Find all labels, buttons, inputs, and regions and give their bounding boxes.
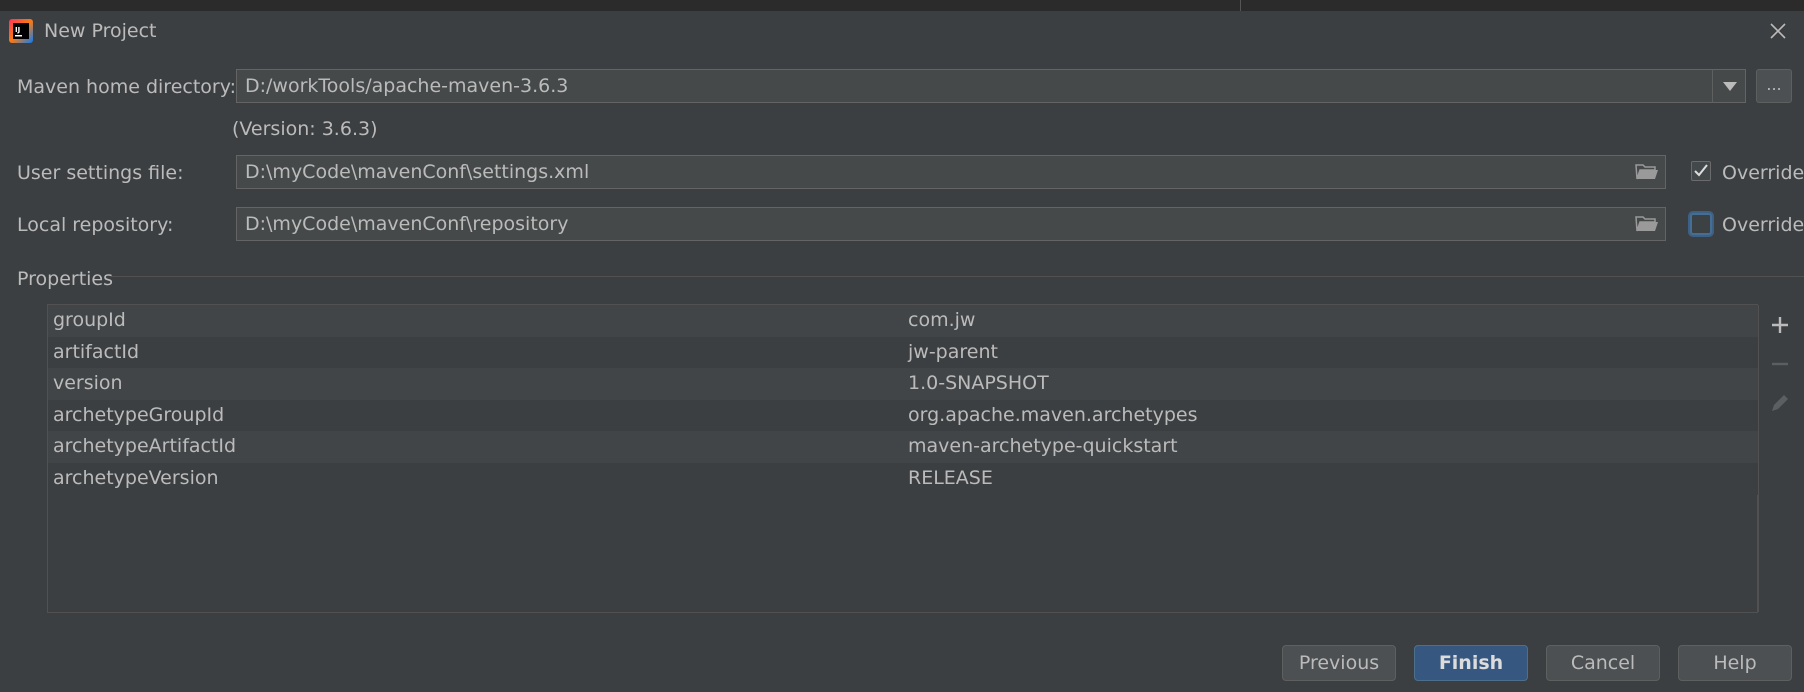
- maven-version-text: (Version: 3.6.3): [232, 118, 378, 140]
- maven-home-dropdown-button[interactable]: [1712, 69, 1746, 103]
- properties-table[interactable]: groupId com.jw artifactId jw-parent vers…: [47, 304, 1788, 613]
- table-row[interactable]: groupId com.jw: [48, 305, 1758, 337]
- svg-text:IJ: IJ: [15, 26, 20, 34]
- table-row[interactable]: version 1.0-SNAPSHOT: [48, 368, 1758, 400]
- table-row[interactable]: archetypeVersion RELEASE: [48, 463, 1758, 495]
- property-key: artifactId: [53, 341, 140, 363]
- maven-home-label: Maven home directory:: [17, 76, 236, 98]
- table-row[interactable]: archetypeArtifactId maven-archetype-quic…: [48, 431, 1758, 463]
- help-button[interactable]: Help: [1678, 645, 1792, 681]
- properties-toolbar-divider: [1758, 305, 1759, 612]
- folder-open-icon[interactable]: [1635, 162, 1659, 182]
- maven-home-browse-button[interactable]: ...: [1756, 69, 1792, 103]
- user-settings-override-label: Override: [1722, 162, 1804, 184]
- property-value: jw-parent: [908, 341, 998, 363]
- property-key: groupId: [53, 309, 126, 331]
- title-bar: IJ New Project: [0, 11, 1804, 53]
- property-key: archetypeVersion: [53, 467, 219, 489]
- maven-home-combobox[interactable]: D:/workTools/apache-maven-3.6.3: [236, 69, 1713, 103]
- property-value: 1.0-SNAPSHOT: [908, 372, 1049, 394]
- close-icon[interactable]: [1766, 19, 1790, 43]
- window-top-strip: [0, 0, 1804, 11]
- table-row[interactable]: artifactId jw-parent: [48, 337, 1758, 369]
- local-repository-field[interactable]: D:\myCode\mavenConf\repository: [236, 207, 1666, 241]
- previous-button[interactable]: Previous: [1282, 645, 1396, 681]
- remove-icon[interactable]: [1768, 352, 1792, 376]
- checkmark-icon: [1694, 164, 1708, 177]
- property-key: version: [53, 372, 123, 394]
- cancel-button[interactable]: Cancel: [1546, 645, 1660, 681]
- properties-section-label: Properties: [17, 268, 114, 290]
- finish-button[interactable]: Finish: [1414, 645, 1528, 681]
- top-strip-divider: [1240, 0, 1241, 11]
- property-key: archetypeArtifactId: [53, 435, 237, 457]
- property-key: archetypeGroupId: [53, 404, 225, 426]
- property-value: RELEASE: [908, 467, 993, 489]
- chevron-down-icon: [1723, 82, 1737, 91]
- local-repository-label: Local repository:: [17, 214, 174, 236]
- add-icon[interactable]: [1768, 313, 1792, 337]
- local-repository-override-label: Override: [1722, 214, 1804, 236]
- intellij-idea-icon: IJ: [9, 19, 33, 43]
- edit-icon[interactable]: [1768, 391, 1792, 415]
- user-settings-field[interactable]: D:\myCode\mavenConf\settings.xml: [236, 155, 1666, 189]
- window-title: New Project: [44, 20, 157, 42]
- user-settings-label: User settings file:: [17, 162, 184, 184]
- user-settings-override-checkbox[interactable]: [1691, 161, 1711, 181]
- properties-separator: [112, 276, 1804, 277]
- table-row[interactable]: archetypeGroupId org.apache.maven.archet…: [48, 400, 1758, 432]
- property-value: maven-archetype-quickstart: [908, 435, 1178, 457]
- local-repository-override-checkbox[interactable]: [1690, 213, 1712, 235]
- folder-open-icon[interactable]: [1635, 214, 1659, 234]
- property-value: com.jw: [908, 309, 976, 331]
- property-value: org.apache.maven.archetypes: [908, 404, 1198, 426]
